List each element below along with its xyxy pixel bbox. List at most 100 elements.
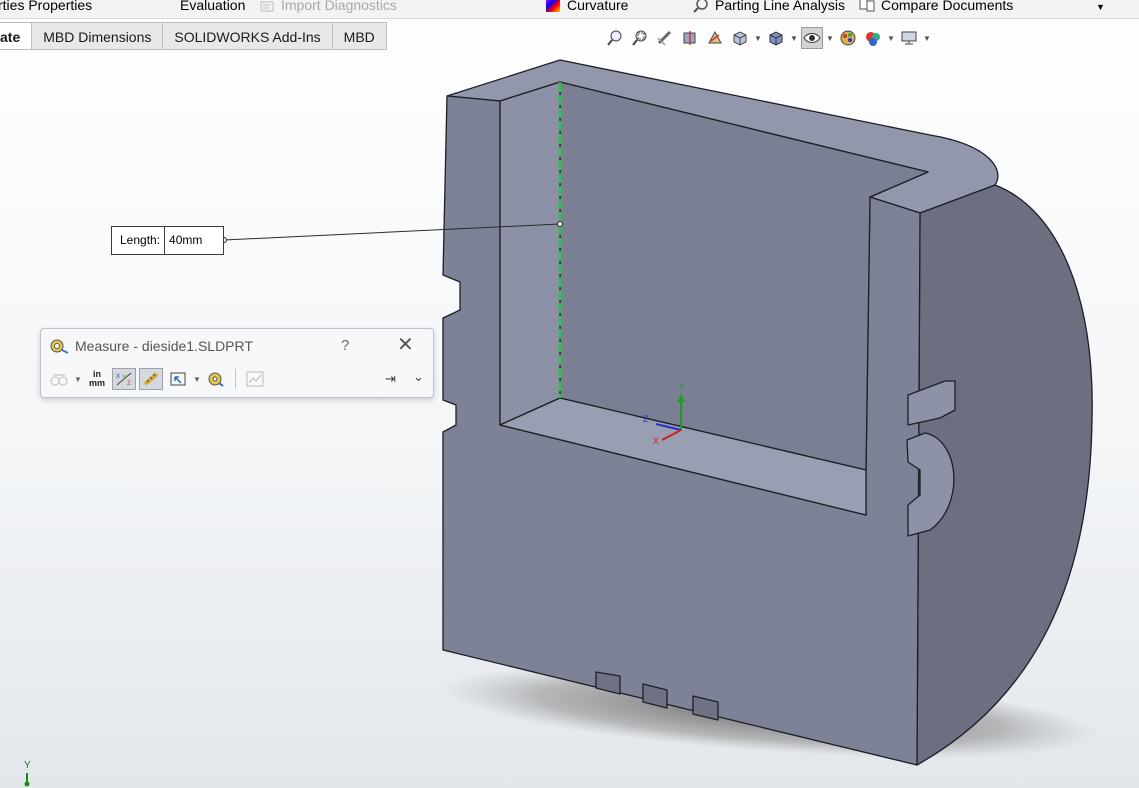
section-view-button[interactable] [679, 27, 701, 49]
dynamic-annotation-views-button[interactable] [704, 27, 726, 49]
dynamic-annotation-views-icon [708, 30, 722, 44]
svg-text:Y: Y [122, 375, 126, 381]
compare-documents-button[interactable]: Compare Documents [859, 0, 1013, 13]
apply-scene-dropdown[interactable]: ▼ [887, 34, 895, 43]
create-sensor-button[interactable] [243, 368, 267, 390]
pin-icon: ⇥ [385, 371, 396, 386]
triad-x-label: X [653, 436, 659, 446]
view-triad-y-label: Y [24, 760, 31, 771]
callout-length-label: Length: [112, 227, 166, 254]
import-diagnostics-label: Import Diagnostics [281, 0, 397, 13]
projection-dropdown[interactable]: ▼ [193, 375, 201, 384]
edit-appearance-icon [840, 30, 856, 46]
display-style-icon [769, 31, 783, 46]
section-view-icon [683, 31, 696, 45]
display-style-dropdown[interactable]: ▼ [790, 34, 798, 43]
ribbon-partial-evaluation[interactable]: Evaluation [180, 0, 245, 13]
monitor-icon [901, 31, 917, 45]
previous-view-icon [657, 30, 672, 46]
svg-text:Z: Z [127, 381, 131, 387]
import-diagnostics-button[interactable]: Import Diagnostics [259, 0, 397, 13]
measure-dialog[interactable]: Measure - dieside1.SLDPRT ? ✕ ▼ in mm XYZ… [40, 328, 434, 398]
import-diagnostics-icon [260, 1, 274, 12]
hide-show-items-dropdown[interactable]: ▼ [826, 34, 834, 43]
chevron-down-icon: ▼ [193, 374, 201, 384]
zoom-to-fit-icon [607, 30, 622, 46]
tab-evaluate-label: ate [0, 29, 21, 45]
callout-length-value: 40mm [169, 233, 203, 247]
close-button[interactable]: ✕ [397, 335, 414, 355]
apply-scene-icon [866, 32, 880, 46]
units-precision-button[interactable]: in mm [85, 368, 109, 390]
curvature-button[interactable]: Curvature [545, 0, 628, 13]
measure-dialog-title: Measure - dieside1.SLDPRT [75, 338, 253, 354]
pocket-left-face[interactable] [499, 81, 561, 426]
tab-solidworks-add-ins-label: SOLIDWORKS Add-Ins [174, 29, 321, 45]
edit-appearance-button[interactable] [837, 27, 859, 49]
xyz-measurements-icon: X YZ [116, 372, 132, 387]
measure-length-callout: Length: 40mm [111, 226, 225, 255]
view-settings-button[interactable] [898, 27, 920, 49]
point-to-point-button[interactable] [139, 368, 163, 390]
view-orientation-dropdown[interactable]: ▼ [754, 34, 762, 43]
measure-icon [50, 339, 69, 354]
projection-button[interactable] [166, 368, 190, 390]
tab-solidworks-add-ins[interactable]: SOLIDWORKS Add-Ins [163, 22, 333, 50]
arc-circle-measurements-button[interactable] [47, 368, 71, 390]
display-style-button[interactable] [765, 27, 787, 49]
triad-z-label: Z [643, 414, 649, 424]
curvature-icon [546, 0, 560, 12]
tab-mbd-label: MBD [343, 29, 375, 45]
eye-icon [803, 33, 821, 43]
ribbon-partial-evaluation-label: Evaluation [180, 0, 246, 13]
triad-y-label: Y [679, 382, 685, 392]
tab-evaluate[interactable]: ate [0, 22, 33, 50]
tab-mbd[interactable]: MBD [332, 22, 387, 50]
zoom-to-area-button[interactable] [629, 27, 651, 49]
parting-line-analysis-button[interactable]: Parting Line Analysis [693, 0, 845, 13]
arc-circle-measurements-dropdown[interactable]: ▼ [74, 375, 82, 384]
view-orientation-button[interactable] [729, 27, 751, 49]
die-part-model[interactable] [442, 59, 1093, 766]
compare-documents-label: Compare Documents [881, 0, 1014, 13]
point-to-point-icon [143, 372, 159, 386]
measure-dialog-titlebar[interactable]: Measure - dieside1.SLDPRT [49, 337, 253, 355]
chevron-down-icon: ▼ [887, 33, 895, 43]
parting-line-analysis-label: Parting Line Analysis [715, 0, 845, 13]
zoom-to-area-icon [632, 30, 647, 46]
ribbon-partial-properties[interactable]: rties Properties [0, 0, 92, 13]
curvature-label: Curvature [567, 0, 629, 13]
view-orientation-triad [24, 773, 30, 787]
tab-mbd-dimensions-label: MBD Dimensions [43, 29, 152, 45]
help-button[interactable]: ? [341, 337, 349, 354]
expand-dialog-button[interactable]: ⌄ [413, 369, 424, 385]
help-icon: ? [341, 337, 350, 354]
heads-up-view-toolbar: ▼ ▼ ▼ ▼ ▼ [604, 26, 931, 50]
chevron-down-icon: ▼ [1096, 2, 1105, 12]
pin-dialog-button[interactable]: ⇥ [385, 371, 396, 387]
view-settings-dropdown[interactable]: ▼ [923, 34, 931, 43]
zoom-to-fit-button[interactable] [604, 27, 626, 49]
command-manager-tabs: ate MBD Dimensions SOLIDWORKS Add-Ins MB… [0, 22, 387, 50]
arc-circle-measurements-icon [50, 374, 68, 386]
sensor-icon [246, 371, 264, 387]
command-manager-ribbon: rties Properties Evaluation Import Diagn… [0, 0, 1139, 19]
parting-line-analysis-icon [693, 0, 708, 13]
measure-toolbar: ▼ in mm XYZ ▼ [47, 367, 267, 391]
apply-scene-button[interactable] [862, 27, 884, 49]
view-orientation-icon [733, 31, 747, 46]
measurement-history-button[interactable] [204, 368, 228, 390]
previous-view-button[interactable] [654, 27, 676, 49]
chevron-down-icon: ▼ [923, 33, 931, 43]
chevron-down-icon: ▼ [754, 33, 762, 43]
measurement-history-icon [208, 372, 224, 387]
ribbon-overflow-dropdown[interactable]: ▼ [1096, 2, 1105, 12]
show-xyz-measurements-button[interactable]: XYZ [112, 368, 136, 390]
hide-show-items-button[interactable] [801, 27, 823, 49]
toolbar-separator [235, 369, 236, 389]
projection-icon [170, 372, 186, 386]
units-bottom-label: mm [88, 378, 105, 388]
leader-endpoint-right [557, 221, 563, 227]
chevron-down-icon: ⌄ [413, 369, 424, 384]
tab-mbd-dimensions[interactable]: MBD Dimensions [32, 22, 164, 50]
